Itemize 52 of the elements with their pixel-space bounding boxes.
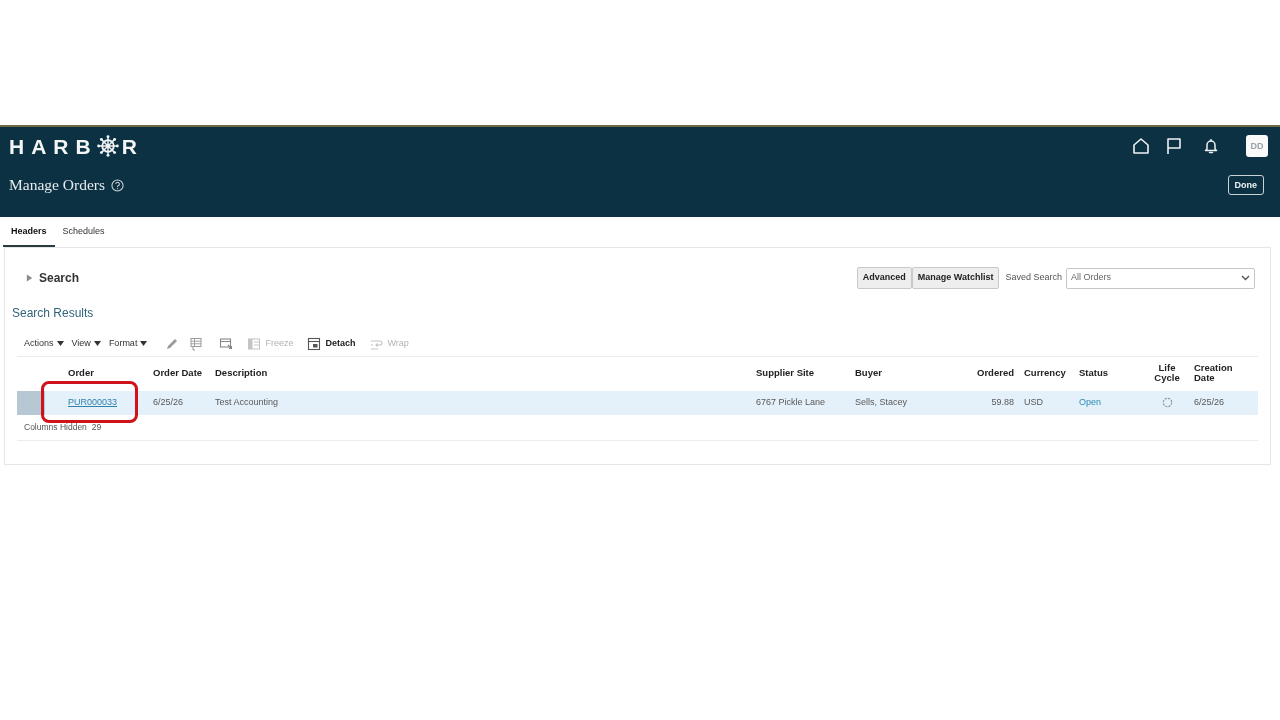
saved-search-select[interactable]: All Orders: [1066, 267, 1255, 289]
table-cell: 6/25/26: [1194, 397, 1225, 408]
manage-watchlist-button[interactable]: Manage Watchlist: [911, 267, 1000, 289]
caret-down-icon: [93, 341, 101, 346]
chevron-down-icon: [1241, 275, 1250, 281]
table-cell: 59.88: [991, 397, 1014, 408]
home-icon[interactable]: [1132, 137, 1150, 155]
caret-icon: [26, 274, 33, 282]
caret-down-icon: [140, 341, 148, 346]
column-header: Currency: [1024, 367, 1066, 379]
table-cell: Sells, Stacey: [855, 397, 908, 408]
caret-down-icon: [56, 341, 64, 346]
hidden-columns-label: Columns Hidden: [24, 421, 87, 433]
column-header: Supplier Site: [756, 367, 815, 379]
search-toggle[interactable]: Search: [26, 269, 80, 287]
window-icon: [307, 336, 322, 351]
column-header: Buyer: [855, 367, 882, 379]
section-heading: Search Results: [12, 305, 95, 322]
column-header: Order Date: [153, 367, 203, 379]
toolbar-menu[interactable]: View: [71, 336, 101, 351]
table-cell: USD: [1024, 397, 1043, 408]
toolbar-button[interactable]: Detach: [307, 336, 356, 351]
column-header: Ordered: [977, 367, 1014, 379]
column-header: Life Cycle: [1153, 362, 1181, 384]
page-title: Manage Orders: [9, 175, 105, 196]
table-cell: 6/25/26: [153, 397, 184, 408]
table-cell: Test Accounting: [215, 397, 279, 408]
status-text: Open: [1079, 397, 1102, 408]
logo-text: HARB: [9, 135, 98, 157]
column-header: Creation Date: [1194, 362, 1234, 384]
dashed-circle-icon[interactable]: [1161, 397, 1173, 409]
done-button[interactable]: Done: [1227, 175, 1264, 195]
tab[interactable]: Schedules: [54, 217, 113, 247]
toolbar-menu[interactable]: Format: [108, 336, 148, 351]
flag-icon[interactable]: [1165, 137, 1183, 155]
bell-icon[interactable]: [1202, 137, 1220, 155]
grid-lines-icon[interactable]: [189, 336, 204, 351]
saved-search-label: Saved Search: [1005, 271, 1062, 285]
pencil-icon[interactable]: [165, 336, 180, 351]
freeze-columns-icon: [247, 336, 262, 351]
column-header: Status: [1079, 367, 1109, 379]
ship-wheel-icon: [96, 135, 119, 157]
help-icon[interactable]: [111, 178, 124, 192]
hidden-columns-count: 29: [91, 421, 102, 433]
tab[interactable]: Headers: [3, 217, 55, 247]
table-cell: 6767 Pickle Lane: [756, 397, 826, 408]
column-header: Order: [68, 367, 94, 379]
toolbar-menu[interactable]: Actions: [24, 336, 64, 351]
advanced-button[interactable]: Advanced: [856, 267, 912, 289]
table-row[interactable]: PUR000033 6/25/26 Test Accounting 6767 Pickle Lane Sells, Stacey 59.88 USD Open 6/25/26: [17, 391, 1258, 415]
column-header: Description: [215, 367, 268, 379]
logo-text: R: [121, 135, 137, 157]
